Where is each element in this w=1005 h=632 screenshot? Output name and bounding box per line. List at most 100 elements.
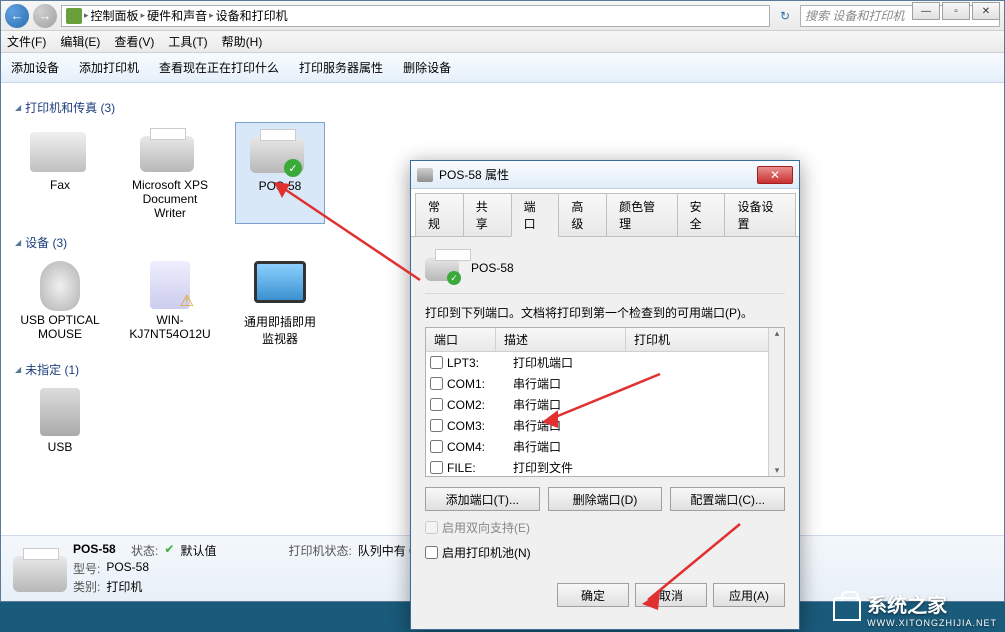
- tb-remove[interactable]: 删除设备: [403, 59, 451, 76]
- device-label: WIN-KJ7NT54O12U: [129, 313, 211, 341]
- bidir-label: 启用双向支持(E): [442, 519, 530, 536]
- dialog-titlebar[interactable]: POS-58 属性 ✕: [411, 161, 799, 189]
- device-label: 通用即插即用监视器: [239, 313, 321, 347]
- menu-help[interactable]: 帮助(H): [222, 33, 263, 50]
- details-name: POS-58: [73, 542, 116, 559]
- tab-2[interactable]: 端口: [511, 193, 560, 237]
- tab-3[interactable]: 高级: [558, 193, 607, 236]
- printer-icon: [140, 126, 200, 176]
- port-row[interactable]: FILE:打印到文件: [426, 457, 784, 477]
- watermark-url: WWW.XITONGZHIJIA.NET: [867, 618, 997, 628]
- ok-button[interactable]: 确定: [557, 583, 629, 607]
- device-label: USB OPTICAL MOUSE: [19, 313, 101, 341]
- menu-edit[interactable]: 编辑(E): [60, 33, 100, 50]
- port-list[interactable]: 端口 描述 打印机 LPT3:打印机端口COM1:串行端口COM2:串行端口CO…: [425, 327, 785, 477]
- tab-1[interactable]: 共享: [463, 193, 512, 236]
- details-state-value: 默认值: [180, 542, 216, 559]
- pc-icon: [140, 261, 200, 311]
- port-checkbox[interactable]: [430, 461, 443, 474]
- details-cat-label: 类别:: [73, 578, 100, 595]
- details-state-label: 状态:: [131, 542, 158, 559]
- apply-button[interactable]: 应用(A): [713, 583, 785, 607]
- forward-button[interactable]: →: [33, 4, 57, 28]
- bidir-checkbox-row: 启用双向支持(E): [425, 519, 785, 536]
- config-port-button[interactable]: 配置端口(C)...: [670, 487, 785, 511]
- port-row[interactable]: COM1:串行端口: [426, 373, 784, 394]
- breadcrumb[interactable]: ▸ 控制面板 ▸ 硬件和声音 ▸ 设备和打印机: [61, 5, 770, 27]
- minimize-button[interactable]: —: [912, 2, 940, 20]
- back-button[interactable]: ←: [5, 4, 29, 28]
- tb-view-queue[interactable]: 查看现在正在打印什么: [159, 59, 279, 76]
- details-printer-icon: [13, 546, 63, 592]
- delete-port-button[interactable]: 删除端口(D): [548, 487, 663, 511]
- monitor-icon: [250, 261, 310, 311]
- col-printer[interactable]: 打印机: [626, 328, 784, 351]
- tb-add-printer[interactable]: 添加打印机: [79, 59, 139, 76]
- device-item[interactable]: ✓ POS-58: [235, 122, 325, 224]
- menu-view[interactable]: 查看(V): [114, 33, 154, 50]
- dialog-title: POS-58 属性: [439, 166, 509, 183]
- device-item[interactable]: USB OPTICAL MOUSE: [15, 257, 105, 351]
- bc-1[interactable]: 控制面板: [91, 7, 139, 24]
- mouse-icon: [30, 261, 90, 311]
- maximize-button[interactable]: ▫: [942, 2, 970, 20]
- bc-2[interactable]: 硬件和声音: [147, 7, 207, 24]
- dialog-close-button[interactable]: ✕: [757, 166, 793, 184]
- port-row[interactable]: COM3:串行端口: [426, 415, 784, 436]
- tab-0[interactable]: 常规: [415, 193, 464, 236]
- instruction-text: 打印到下列端口。文档将打印到第一个检查到的可用端口(P)。: [425, 304, 785, 321]
- col-port[interactable]: 端口: [426, 328, 496, 351]
- house-icon: [833, 597, 861, 621]
- device-item[interactable]: Fax: [15, 122, 105, 224]
- port-row[interactable]: LPT3:打印机端口: [426, 352, 784, 373]
- menu-bar: 文件(F) 编辑(E) 查看(V) 工具(T) 帮助(H): [1, 31, 1004, 53]
- port-checkbox[interactable]: [430, 440, 443, 453]
- port-row[interactable]: COM4:串行端口: [426, 436, 784, 457]
- control-panel-icon: [66, 8, 82, 24]
- watermark-text: 系统之家: [867, 589, 997, 618]
- port-checkbox[interactable]: [430, 419, 443, 432]
- tb-server-props[interactable]: 打印服务器属性: [299, 59, 383, 76]
- device-item[interactable]: WIN-KJ7NT54O12U: [125, 257, 215, 351]
- cancel-button[interactable]: 取消: [635, 583, 707, 607]
- tab-4[interactable]: 颜色管理: [606, 193, 678, 236]
- details-print-label: 打印机状态:: [288, 542, 351, 559]
- device-item[interactable]: USB: [15, 384, 105, 458]
- device-label: POS-58: [259, 179, 302, 193]
- group-header[interactable]: 打印机和传真 (3): [15, 99, 990, 116]
- port-checkbox[interactable]: [430, 398, 443, 411]
- port-row[interactable]: COM2:串行端口: [426, 394, 784, 415]
- refresh-button[interactable]: ↻: [774, 5, 796, 27]
- tb-add-device[interactable]: 添加设备: [11, 59, 59, 76]
- device-label: Microsoft XPS Document Writer: [129, 178, 211, 220]
- scrollbar[interactable]: [768, 328, 784, 476]
- printer-icon: [417, 168, 433, 182]
- device-item[interactable]: Microsoft XPS Document Writer: [125, 122, 215, 224]
- add-port-button[interactable]: 添加端口(T)...: [425, 487, 540, 511]
- device-label: Fax: [50, 178, 70, 192]
- bc-3[interactable]: 设备和打印机: [216, 7, 288, 24]
- dialog-printer-name: POS-58: [471, 261, 514, 275]
- details-cat-value: 打印机: [106, 578, 142, 595]
- printer-icon: ✓: [250, 127, 310, 177]
- watermark: 系统之家 WWW.XITONGZHIJIA.NET: [833, 589, 997, 628]
- nav-bar: ← → ▸ 控制面板 ▸ 硬件和声音 ▸ 设备和打印机 ↻ 搜索 设备和打印机: [1, 1, 1004, 31]
- fax-icon: [30, 126, 90, 176]
- pool-checkbox[interactable]: [425, 546, 438, 559]
- box-icon: [30, 388, 90, 438]
- menu-file[interactable]: 文件(F): [7, 33, 46, 50]
- details-model-value: POS-58: [106, 560, 149, 577]
- menu-tools[interactable]: 工具(T): [168, 33, 207, 50]
- tab-6[interactable]: 设备设置: [724, 193, 796, 236]
- pool-checkbox-row[interactable]: 启用打印机池(N): [425, 544, 785, 561]
- port-checkbox[interactable]: [430, 377, 443, 390]
- bidir-checkbox: [425, 521, 438, 534]
- properties-dialog: POS-58 属性 ✕ 常规共享端口高级颜色管理安全设备设置 ✓ POS-58 …: [410, 160, 800, 630]
- pool-label: 启用打印机池(N): [442, 544, 531, 561]
- toolbar: 添加设备 添加打印机 查看现在正在打印什么 打印服务器属性 删除设备: [1, 53, 1004, 83]
- port-checkbox[interactable]: [430, 356, 443, 369]
- device-item[interactable]: 通用即插即用监视器: [235, 257, 325, 351]
- tab-5[interactable]: 安全: [677, 193, 726, 236]
- col-desc[interactable]: 描述: [496, 328, 626, 351]
- close-button[interactable]: ✕: [972, 2, 1000, 20]
